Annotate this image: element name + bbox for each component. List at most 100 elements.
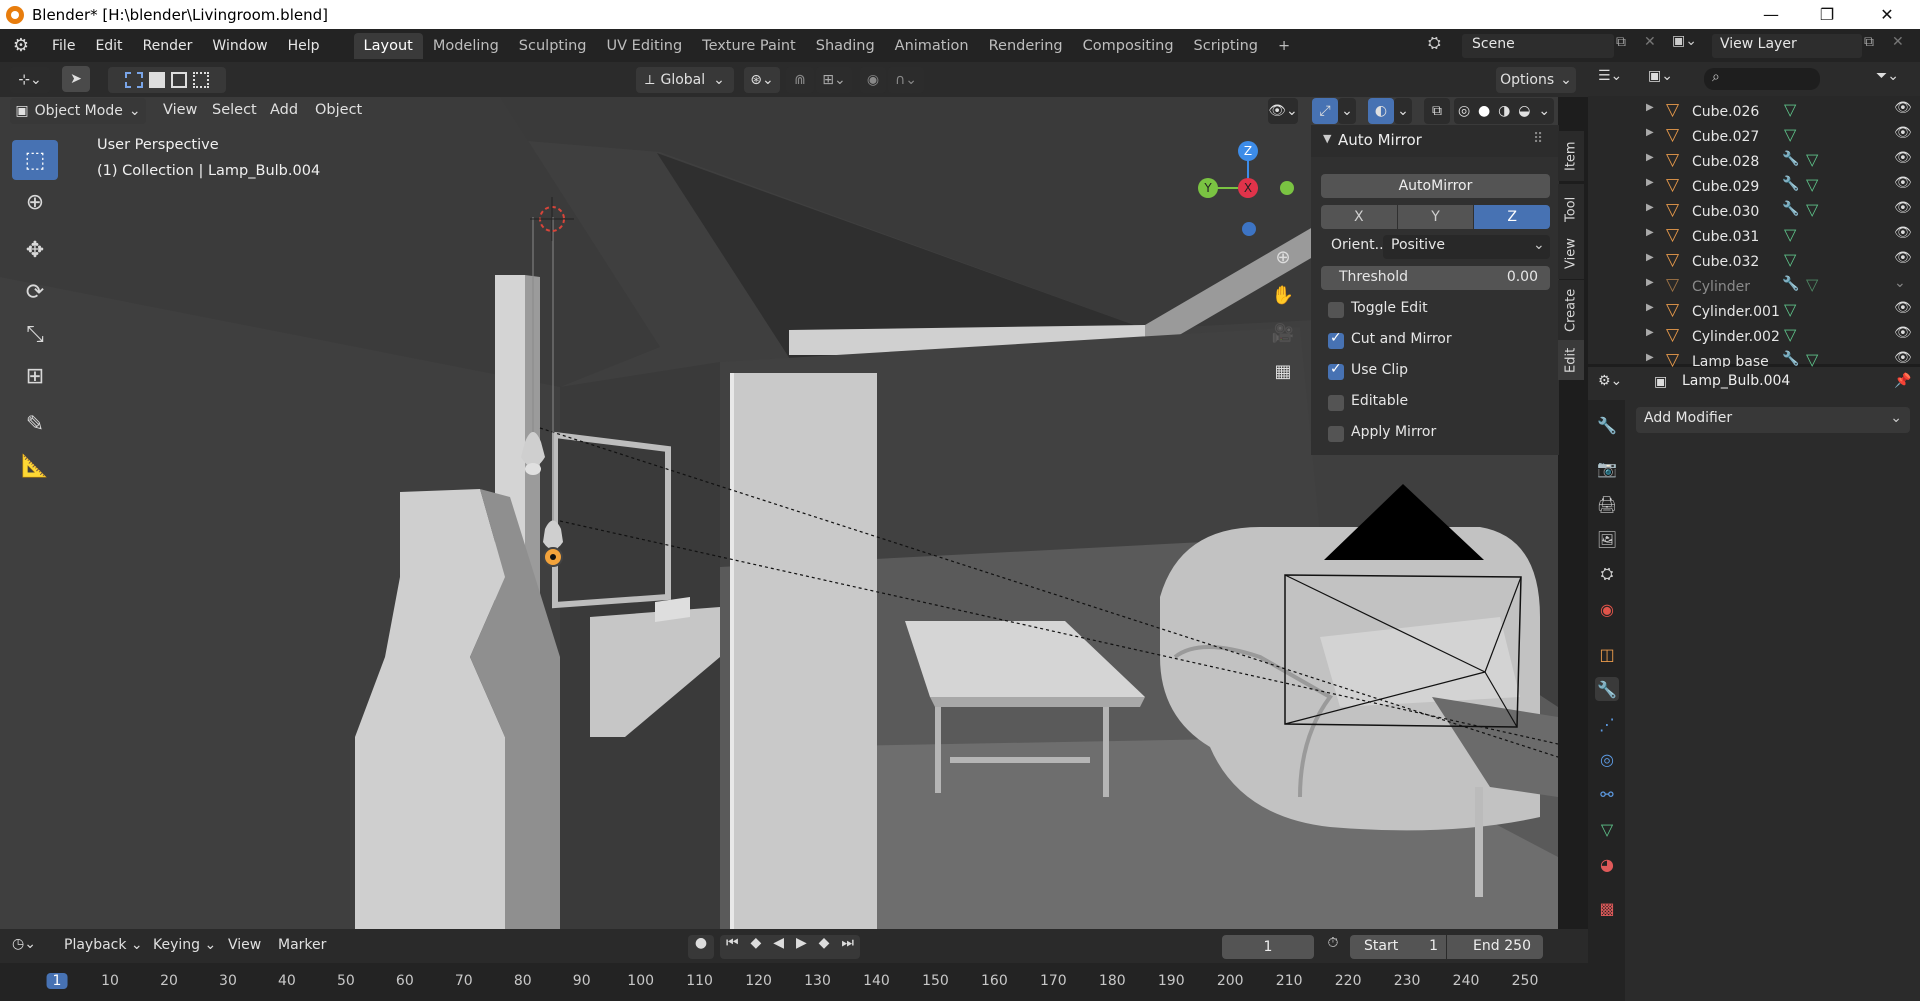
timeline-menu-view[interactable]: View (228, 937, 261, 953)
axis-z-button[interactable]: Z (1474, 205, 1551, 229)
view-layer-field[interactable]: View Layer (1712, 34, 1862, 58)
blender-menu-icon[interactable]: ⚙ (6, 31, 36, 61)
view-layer-icon[interactable]: ▣⌄ (1672, 33, 1708, 57)
visibility-eye-icon[interactable]: 👁 (1894, 175, 1912, 191)
output-properties-icon[interactable]: 🖨 (1595, 492, 1619, 516)
rendered-shading-icon[interactable]: ◒ (1518, 103, 1530, 119)
visibility-eye-icon[interactable]: 👁 (1894, 225, 1912, 241)
prev-keyframe-icon[interactable]: ◆ (751, 935, 762, 959)
select-extend-icon[interactable] (149, 72, 165, 88)
viewport-menu-object[interactable]: Object (315, 102, 362, 118)
visibility-eye-icon[interactable]: 👁 (1894, 125, 1912, 141)
jump-start-icon[interactable]: ⏮ (726, 935, 739, 959)
snap-target-icon[interactable]: ⊞⌄ (816, 67, 852, 93)
expand-arrow-icon[interactable]: ▶ (1646, 177, 1654, 188)
expand-arrow-icon[interactable]: ▶ (1646, 302, 1654, 313)
select-new-icon[interactable] (125, 72, 143, 88)
add-modifier-dropdown[interactable]: Add Modifier ⌄ (1636, 407, 1910, 433)
expand-arrow-icon[interactable]: ▶ (1646, 127, 1654, 138)
options-dropdown[interactable]: Options ⌄ (1496, 67, 1576, 93)
material-properties-icon[interactable]: ◕ (1595, 852, 1619, 876)
gizmo-y-axis[interactable]: Y (1198, 178, 1218, 198)
cut-and-mirror-checkbox[interactable] (1328, 330, 1344, 349)
threshold-field[interactable]: Threshold 0.00 (1321, 266, 1550, 290)
editor-type-button[interactable]: ⊹⌄ (10, 67, 50, 93)
record-keyframe-icon[interactable]: ● (688, 935, 714, 959)
play-icon[interactable]: ▶ (796, 935, 807, 959)
visibility-eye-icon[interactable]: 👁 (1894, 325, 1912, 341)
timeline-menu-keying[interactable]: Keying ⌄ (153, 937, 216, 953)
add-workspace-button[interactable]: + (1268, 33, 1300, 59)
next-keyframe-icon[interactable]: ◆ (819, 935, 830, 959)
axis-x-button[interactable]: X (1321, 205, 1397, 229)
visibility-eye-icon[interactable]: 👁 (1894, 200, 1912, 216)
tab-tool[interactable]: Tool (1558, 184, 1584, 234)
modifier-properties-icon[interactable]: 🔧 (1595, 677, 1619, 701)
timeline-frames[interactable]: 1 10 20 30 40 50 60 70 80 90 100 110 120 130 140 150 160… (0, 963, 1588, 1001)
object-visibility-icon[interactable]: 👁⌄ (1268, 98, 1298, 124)
menu-help[interactable]: Help (278, 38, 330, 54)
move-tool-icon[interactable]: ✥ (12, 230, 58, 270)
panel-header[interactable]: ▼ Auto Mirror ⠿ (1311, 125, 1559, 157)
axis-y-button[interactable]: Y (1397, 205, 1474, 229)
particle-properties-icon[interactable]: ⋰ (1595, 712, 1619, 736)
menu-window[interactable]: Window (202, 38, 277, 54)
transform-tool-icon[interactable]: ⊞ (12, 356, 58, 396)
chevron-down-icon[interactable]: ⌄ (1394, 98, 1412, 124)
expand-arrow-icon[interactable]: ▶ (1646, 202, 1654, 213)
tool-settings-icon[interactable]: 🔧 (1595, 413, 1619, 437)
select-box-tool-icon[interactable]: ⬚ (12, 140, 58, 180)
viewport-menu-view[interactable]: View (163, 102, 197, 118)
xray-toggle-icon[interactable]: ⧉ (1424, 98, 1450, 124)
chevron-down-icon[interactable]: ⌄ (1338, 98, 1356, 124)
pivot-point-icon[interactable]: ⊛⌄ (744, 67, 780, 93)
proportional-falloff-icon[interactable]: ∩⌄ (888, 67, 924, 93)
expand-arrow-icon[interactable]: ▶ (1646, 152, 1654, 163)
outliner-row[interactable]: ▶ ▽ Cube.027 ▽ 👁 (1588, 124, 1920, 149)
tab-modeling[interactable]: Modeling (423, 33, 509, 59)
properties-editor-type-icon[interactable]: ⚙⌄ (1598, 373, 1622, 389)
preview-range-icon[interactable]: ⏱ (1320, 935, 1346, 959)
visibility-eye-icon[interactable]: 👁 (1894, 100, 1912, 116)
scene-selector-icon[interactable]: ⛭ (1428, 33, 1458, 57)
close-button[interactable]: ✕ (1864, 0, 1910, 29)
end-frame-field[interactable]: End 250 (1447, 935, 1543, 959)
visibility-eye-icon[interactable]: 👁 (1894, 150, 1912, 166)
timeline-editor-type-icon[interactable]: ◷⌄ (12, 936, 36, 952)
object-properties-icon[interactable]: ◫ (1595, 642, 1619, 666)
expand-arrow-icon[interactable]: ▶ (1646, 227, 1654, 238)
tab-create[interactable]: Create (1558, 280, 1584, 340)
delete-view-layer-icon[interactable]: ✕ (1892, 34, 1910, 56)
outliner-row[interactable]: ▶ ▽ Cube.030 🔧 ▽ 👁 (1588, 199, 1920, 224)
world-properties-icon[interactable]: ◉ (1595, 597, 1619, 621)
collapse-triangle-icon[interactable]: ▼ (1323, 132, 1331, 145)
new-view-layer-icon[interactable]: ⧉ (1864, 34, 1886, 56)
wireframe-shading-icon[interactable]: ◎ (1458, 103, 1470, 119)
overlays-toggle-icon[interactable]: ◐ (1368, 98, 1394, 124)
snap-toggle-icon[interactable]: ⋒ (786, 67, 814, 93)
start-frame-field[interactable]: Start 1 (1350, 935, 1446, 959)
tab-texture-paint[interactable]: Texture Paint (692, 33, 806, 59)
orientation-dropdown[interactable]: Positive ⌄ (1383, 235, 1550, 259)
display-mode-icon[interactable]: ▣⌄ (1648, 68, 1673, 84)
proportional-edit-icon[interactable]: ◉ (860, 67, 886, 93)
timeline-menu-marker[interactable]: Marker (278, 937, 326, 953)
tab-rendering[interactable]: Rendering (979, 33, 1073, 59)
delete-scene-icon[interactable]: ✕ (1644, 34, 1662, 56)
object-mode-dropdown[interactable]: ▣ Object Mode ⌄ (10, 98, 146, 124)
chevron-down-icon[interactable]: ⌄ (1538, 103, 1550, 119)
scale-tool-icon[interactable]: ⤡ (12, 314, 58, 354)
expand-arrow-icon[interactable]: ▶ (1646, 327, 1654, 338)
gizmo-neg-y[interactable] (1280, 181, 1294, 195)
outliner-row[interactable]: ▶ ▽ Cube.031 ▽ 👁 (1588, 224, 1920, 249)
measure-tool-icon[interactable]: 📐 (12, 446, 58, 486)
expand-arrow-icon[interactable]: ▶ (1646, 252, 1654, 263)
scene-field[interactable]: Scene (1462, 34, 1614, 58)
pin-icon[interactable]: 📌 (1894, 373, 1911, 389)
tab-animation[interactable]: Animation (885, 33, 979, 59)
solid-shading-icon[interactable]: ● (1478, 103, 1490, 119)
gizmo-z-axis[interactable]: Z (1238, 141, 1258, 161)
outliner-row[interactable]: ▶ ▽ Cube.026 ▽ 👁 (1588, 99, 1920, 124)
material-shading-icon[interactable]: ◑ (1498, 103, 1510, 119)
tab-view[interactable]: View (1558, 229, 1584, 279)
